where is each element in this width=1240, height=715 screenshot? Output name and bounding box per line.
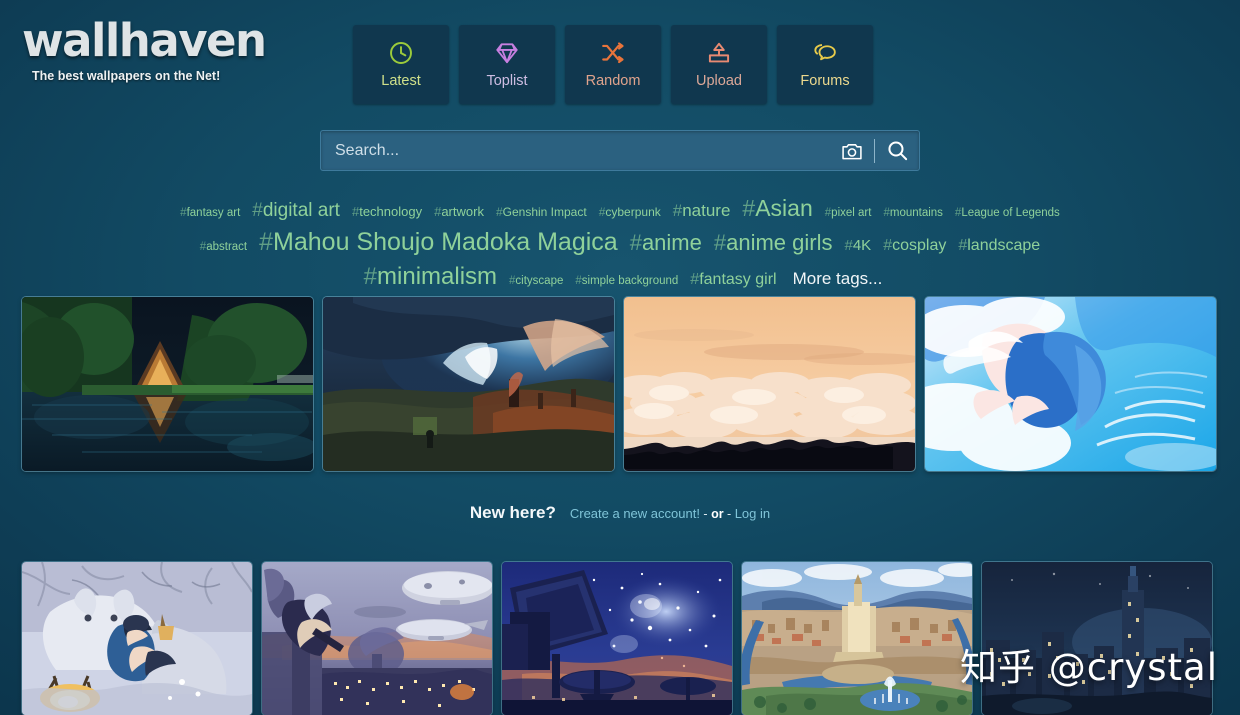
tag-link[interactable]: #pixel art xyxy=(825,205,872,221)
nav-label-upload: Upload xyxy=(696,73,742,89)
tag-link[interactable]: #landscape xyxy=(958,235,1040,258)
tag-link[interactable]: #fantasy art xyxy=(180,205,240,221)
clock-icon xyxy=(388,40,414,66)
main-navigation: Latest Toplist Random Upload Forums xyxy=(353,25,873,104)
nav-item-toplist[interactable]: Toplist xyxy=(459,25,555,104)
thumbnail-fantasy-city-rivers[interactable] xyxy=(742,562,972,715)
camera-icon[interactable] xyxy=(830,131,874,170)
tag-row-1: #fantasy art #digital art #technology #a… xyxy=(0,192,1240,225)
thumbnail-sea-of-clouds-sunset[interactable] xyxy=(624,297,915,471)
site-header: wallhaven The best wallpapers on the Net… xyxy=(0,0,1240,112)
magnifier-icon[interactable] xyxy=(875,131,919,170)
tag-link[interactable]: #cyberpunk xyxy=(599,204,661,221)
nav-label-toplist: Toplist xyxy=(486,73,528,89)
tag-link[interactable]: #anime xyxy=(630,227,702,258)
tag-row-2: #abstract #Mahou Shoujo Madoka Magica #a… xyxy=(0,225,1240,261)
tag-link[interactable]: #cosplay xyxy=(883,235,946,258)
search-divider xyxy=(874,138,875,163)
diamond-icon xyxy=(494,40,520,66)
nav-label-latest: Latest xyxy=(381,73,421,89)
login-link[interactable]: Log in xyxy=(735,506,770,521)
tag-link[interactable]: #4K xyxy=(844,235,871,256)
tag-link[interactable]: #artwork xyxy=(434,203,484,221)
search-input[interactable] xyxy=(321,131,830,170)
tag-link[interactable]: #anime girls xyxy=(714,227,833,258)
tag-link[interactable]: #abstract xyxy=(200,239,247,255)
thumbnail-night-skyline-tower[interactable] xyxy=(982,562,1212,715)
site-logo[interactable]: wallhaven The best wallpapers on the Net… xyxy=(22,18,322,83)
shuffle-icon xyxy=(600,40,626,66)
tag-link[interactable]: #Genshin Impact xyxy=(496,204,587,221)
more-tags-link[interactable]: More tags... xyxy=(793,269,883,289)
thumbnail-night-lakeside-cabin[interactable] xyxy=(22,297,313,471)
tag-link[interactable]: #mountains xyxy=(883,205,942,221)
nav-label-random: Random xyxy=(585,73,641,89)
logo-wordmark: wallhaven xyxy=(22,14,267,67)
or-separator: - or - xyxy=(703,507,732,521)
nav-item-upload[interactable]: Upload xyxy=(671,25,767,104)
tag-link[interactable]: #cityscape xyxy=(509,273,563,289)
thumbnail-anime-girl-in-water[interactable] xyxy=(925,297,1216,471)
tag-link[interactable]: #League of Legends xyxy=(955,205,1060,221)
search-bar xyxy=(320,130,920,171)
logo-tagline: The best wallpapers on the Net! xyxy=(32,69,221,83)
thumbnail-airships-over-city[interactable] xyxy=(262,562,492,715)
new-here-title: New here? xyxy=(469,503,556,522)
tag-row-3: #minimalism #cityscape #simple backgroun… xyxy=(0,260,1240,294)
tag-cloud: #fantasy art #digital art #technology #a… xyxy=(0,192,1240,295)
new-here-section: New here? Create a new account! - or - Lo… xyxy=(0,503,1240,523)
recent-thumbnails xyxy=(22,562,1212,715)
tag-link[interactable]: #fantasy girl xyxy=(690,269,776,292)
nav-item-latest[interactable]: Latest xyxy=(353,25,449,104)
nav-item-forums[interactable]: Forums xyxy=(777,25,873,104)
tag-link[interactable]: #digital art xyxy=(252,198,340,225)
upload-icon xyxy=(706,40,732,66)
tag-link[interactable]: #nature xyxy=(673,199,731,223)
thumbnail-fantasy-valley-sky[interactable] xyxy=(323,297,614,471)
tag-link[interactable]: #simple background xyxy=(575,273,678,289)
nav-label-forums: Forums xyxy=(800,73,850,89)
thumbnail-radio-telescopes-starry-sky[interactable] xyxy=(502,562,732,715)
nav-item-random[interactable]: Random xyxy=(565,25,661,104)
tag-link[interactable]: #technology xyxy=(352,203,422,221)
tag-link[interactable]: #Mahou Shoujo Madoka Magica xyxy=(259,225,618,261)
tag-link[interactable]: #Asian xyxy=(742,192,812,225)
create-account-link[interactable]: Create a new account! xyxy=(570,506,700,521)
thumbnail-snow-wolf-campfire[interactable] xyxy=(22,562,252,715)
featured-thumbnails xyxy=(22,297,1216,471)
tag-link[interactable]: #minimalism xyxy=(364,260,497,294)
chat-icon xyxy=(812,40,839,66)
